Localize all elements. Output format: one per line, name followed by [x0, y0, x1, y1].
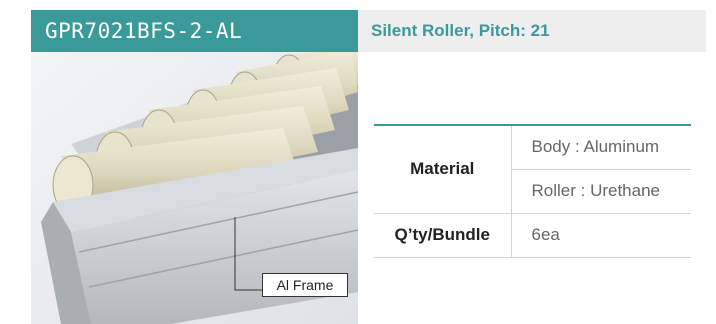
table-row: Material Body : Aluminum — [374, 125, 691, 214]
body-material-value: Body : Aluminum — [511, 125, 691, 170]
al-frame-callout: Al Frame — [262, 273, 348, 297]
product-subtitle: Silent Roller, Pitch: 21 — [358, 10, 706, 52]
material-label: Material — [374, 125, 512, 214]
model-number-header: GPR7021BFS-2-AL — [31, 10, 358, 52]
qty-bundle-value: 6ea — [511, 213, 691, 258]
qty-bundle-label: Q’ty/Bundle — [374, 213, 512, 258]
roller-material-value: Roller : Urethane — [511, 169, 691, 214]
spec-table: Material Body : Aluminum Roller : Uretha… — [374, 124, 691, 258]
table-row: Q’ty/Bundle 6ea — [374, 213, 691, 258]
